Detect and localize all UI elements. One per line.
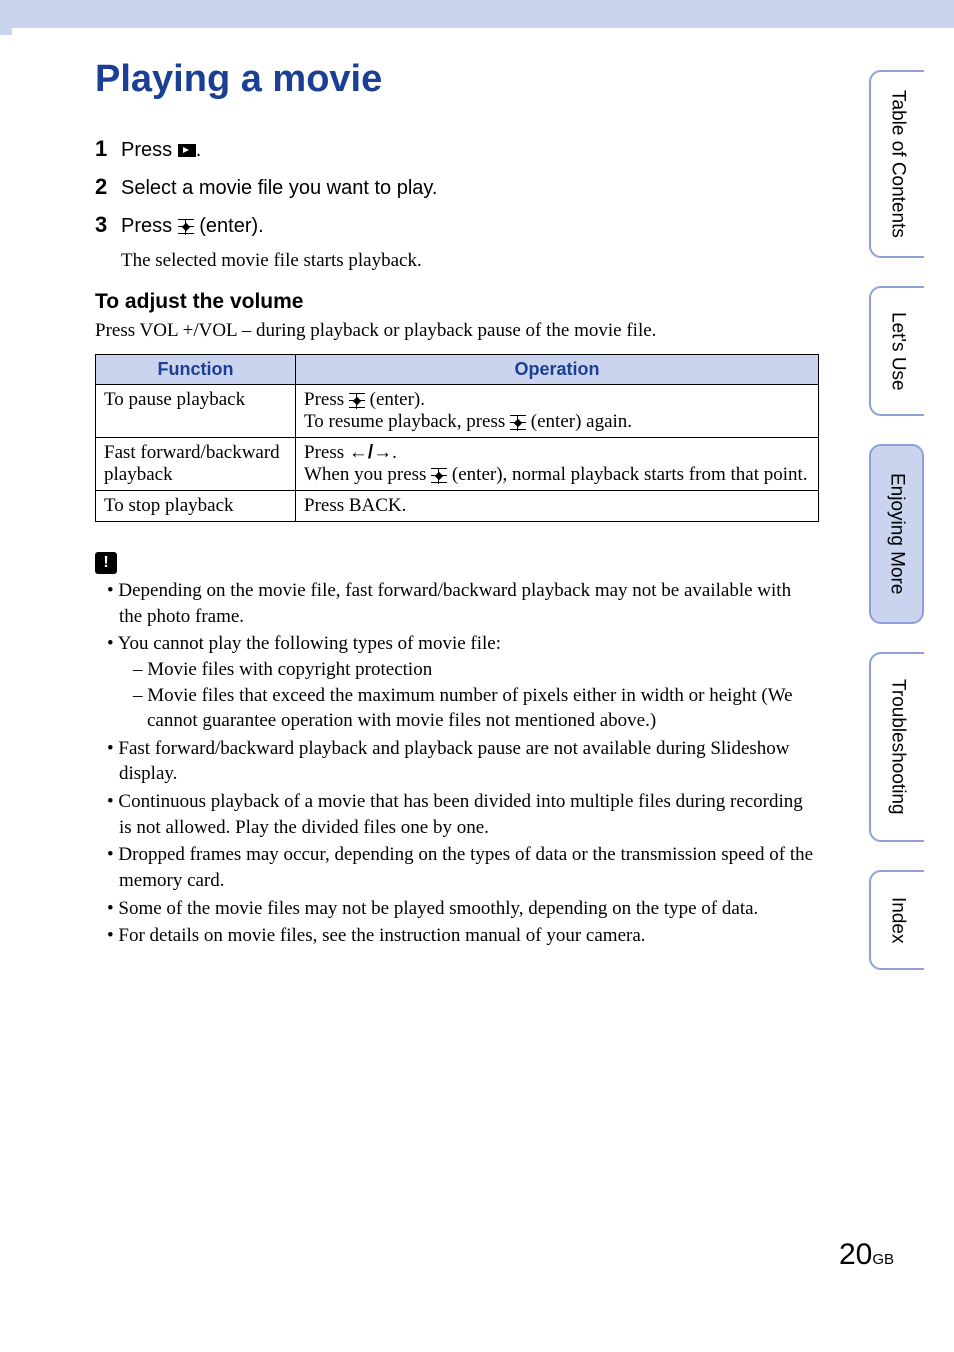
side-tabs: Table of Contents Let's Use Enjoying More T… <box>869 70 924 970</box>
notes-list: Depending on the movie file, fast forwar… <box>95 578 819 949</box>
page-title: Playing a movie <box>95 58 819 101</box>
step-text: Press (enter). <box>121 215 264 238</box>
note-item: Depending on the movie file, fast forwar… <box>107 578 819 629</box>
table-cell-operation: Press BACK. <box>296 491 819 522</box>
note-item: You cannot play the following types of m… <box>107 631 819 734</box>
note-subitem: Movie files with copyright protection <box>133 657 819 683</box>
enter-icon <box>349 393 365 409</box>
table-header-operation: Operation <box>296 355 819 385</box>
steps-list: 1 Press . 2 Select a movie file you want to… <box>95 136 819 272</box>
table-row: To pause playbackPress (enter).To resume… <box>96 385 819 438</box>
note-item: Dropped frames may occur, depending on t… <box>107 842 819 893</box>
note-icon: ! <box>95 552 117 574</box>
note-item: For details on movie files, see the inst… <box>107 923 819 949</box>
note-item: Fast forward/backward playback and playb… <box>107 736 819 787</box>
side-tab[interactable]: Enjoying More <box>869 444 924 624</box>
left-decorative-band <box>0 0 12 35</box>
step-item: 1 Press . <box>95 136 819 162</box>
note-sublist: Movie files with copyright protectionMov… <box>119 657 819 734</box>
page-number: 20GB <box>839 1238 894 1272</box>
top-decorative-band <box>0 0 954 28</box>
table-row: To stop playbackPress BACK. <box>96 491 819 522</box>
table-cell-operation: Press (enter).To resume playback, press … <box>296 385 819 438</box>
table-cell-function: Fast forward/backward playback <box>96 438 296 491</box>
enter-icon <box>431 468 447 484</box>
note-item: Some of the movie files may not be playe… <box>107 896 819 922</box>
table-cell-function: To stop playback <box>96 491 296 522</box>
volume-body: Press VOL +/VOL – during playback or pla… <box>95 320 819 342</box>
side-tab[interactable]: Table of Contents <box>869 70 924 258</box>
operations-table: Function Operation To pause playbackPres… <box>95 354 819 522</box>
enter-icon <box>178 219 194 235</box>
table-row: Fast forward/backward playbackPress ←/→.… <box>96 438 819 491</box>
step-number: 2 <box>95 174 113 200</box>
note-subitem: Movie files that exceed the maximum numb… <box>133 683 819 734</box>
side-tab[interactable]: Index <box>869 870 924 970</box>
play-icon <box>178 144 196 157</box>
step-text: Select a movie file you want to play. <box>121 177 437 200</box>
page-number-value: 20 <box>839 1238 872 1271</box>
table-cell-operation: Press ←/→.When you press (enter), normal… <box>296 438 819 491</box>
step-number: 1 <box>95 136 113 162</box>
step-text: Press . <box>121 139 201 162</box>
main-content: Playing a movie 1 Press . 2 Select a movie … <box>0 28 954 949</box>
page-number-suffix: GB <box>872 1251 894 1268</box>
enter-icon <box>510 415 526 431</box>
table-header-function: Function <box>96 355 296 385</box>
side-tab[interactable]: Let's Use <box>869 286 924 416</box>
step-number: 3 <box>95 212 113 238</box>
volume-heading: To adjust the volume <box>95 290 819 314</box>
note-item: Continuous playback of a movie that has … <box>107 789 819 840</box>
side-tab[interactable]: Troubleshooting <box>869 652 924 842</box>
step-subtext: The selected movie file starts playback. <box>121 250 819 272</box>
table-cell-function: To pause playback <box>96 385 296 438</box>
step-item: 2 Select a movie file you want to play. <box>95 174 819 200</box>
table-body: To pause playbackPress (enter).To resume… <box>96 385 819 522</box>
step-item: 3 Press (enter). <box>95 212 819 238</box>
left-right-arrow-icon: ←/→ <box>349 442 392 463</box>
